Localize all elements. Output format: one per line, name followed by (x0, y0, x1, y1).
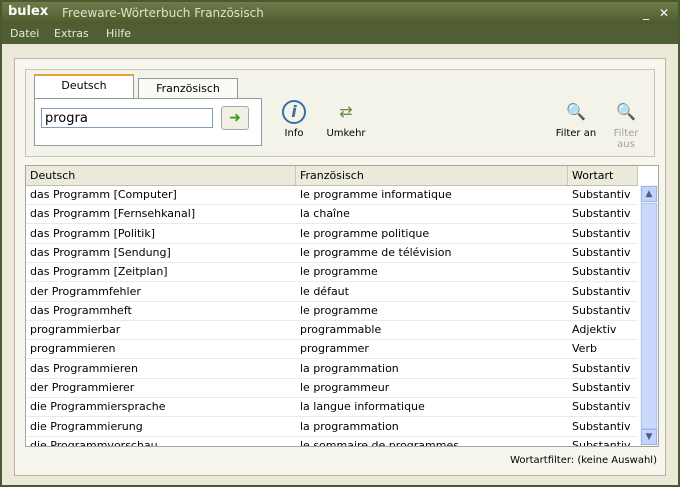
menu-hilfe[interactable]: Hilfe (106, 27, 131, 40)
cell-franzoesisch: le programme politique (300, 226, 430, 240)
info-button[interactable]: i Info (272, 100, 316, 139)
window-title: Freeware-Wörterbuch Französisch (62, 6, 264, 20)
cell-wortart: Substantiv (572, 226, 631, 240)
table-row[interactable]: der Programmierer le programmeur Substanti… (26, 378, 638, 398)
umkehr-label: Umkehr (326, 128, 366, 139)
cell-wortart: Substantiv (572, 188, 631, 201)
tab-deutsch[interactable]: Deutsch (34, 74, 134, 98)
cell-deutsch: das Programm [Fernsehkanal] (30, 207, 196, 221)
scroll-up-icon[interactable]: ▲ (641, 186, 657, 202)
info-icon: i (282, 100, 306, 124)
app-logo: bulex (8, 4, 49, 19)
cell-wortart: Substantiv (572, 419, 631, 433)
table-row[interactable]: der Programmfehler le défaut Substantiv (26, 282, 638, 302)
cell-franzoesisch: le sommaire de programmes (300, 438, 459, 447)
arrow-right-icon: ➜ (229, 110, 241, 126)
cell-wortart: Substantiv (572, 381, 631, 394)
cell-wortart: Substantiv (572, 245, 631, 259)
cell-deutsch: die Programmvorschau (30, 438, 158, 447)
cell-deutsch: das Programmieren (30, 361, 138, 375)
table-row[interactable]: das Programm [Computer] le programme info… (26, 185, 638, 205)
cell-deutsch: das Programm [Politik] (30, 226, 155, 240)
umkehr-button[interactable]: ⇄ Umkehr (324, 100, 368, 139)
cell-franzoesisch: le programme (300, 265, 378, 279)
cell-deutsch: programmierbar (30, 323, 121, 337)
cell-wortart: Substantiv (572, 438, 631, 447)
filter-search-icon: 🔍 (566, 102, 586, 121)
cell-deutsch: das Programm [Sendung] (30, 245, 171, 259)
menu-datei[interactable]: Datei (10, 27, 39, 40)
tab-franzoesisch[interactable]: Französisch (138, 78, 238, 100)
close-icon[interactable]: ✕ (656, 5, 672, 21)
filter-off-button[interactable]: 🔍 Filter aus (604, 100, 648, 150)
filter-off-search-icon: 🔍 (616, 102, 636, 121)
cell-franzoesisch: la programmation (300, 419, 399, 433)
swap-icon: ⇄ (339, 102, 353, 121)
table-row[interactable]: das Programmieren la programmation Substan… (26, 359, 638, 379)
cell-franzoesisch: programmable (300, 323, 382, 337)
table-row[interactable]: die Programmiersprache la langue informat… (26, 397, 638, 418)
filter-off-label: Filter aus (613, 128, 639, 150)
cell-wortart: Substantiv (572, 303, 631, 317)
cell-wortart: Adjektiv (572, 323, 617, 337)
cell-deutsch: die Programmiersprache (30, 400, 166, 414)
table-row[interactable]: programmierbar programmable Adjektiv (26, 320, 638, 341)
cell-deutsch: das Programm [Computer] (30, 188, 177, 201)
scroll-thumb[interactable] (641, 203, 657, 429)
info-label: Info (284, 128, 304, 139)
title-bar[interactable]: bulex Freeware-Wörterbuch Französisch _ … (2, 2, 678, 24)
cell-franzoesisch: le défaut (300, 284, 349, 298)
cell-deutsch: programmieren (30, 342, 116, 356)
cell-wortart: Substantiv (572, 400, 631, 414)
cell-deutsch: das Programmheft (30, 303, 132, 317)
cell-wortart: Substantiv (572, 361, 631, 375)
cell-franzoesisch: la programmation (300, 361, 399, 375)
vertical-scrollbar[interactable]: ▲ ▼ (640, 185, 658, 446)
search-tab-body: ➜ (34, 98, 262, 146)
table-row[interactable]: programmieren programmer Verb (26, 339, 638, 360)
search-input[interactable] (41, 108, 213, 128)
minimize-icon[interactable]: _ (638, 5, 654, 21)
scroll-down-icon[interactable]: ▼ (641, 429, 657, 445)
cell-wortart: Substantiv (572, 265, 631, 279)
search-go-button[interactable]: ➜ (221, 106, 249, 130)
status-wortartfilter: Wortartfilter: (keine Auswahl) (510, 455, 657, 466)
column-header-franzoesisch[interactable]: Französisch (296, 166, 568, 185)
cell-franzoesisch: la chaîne (300, 207, 350, 221)
main-panel: Deutsch Französisch ➜ i Info ⇄ Umkehr 🔍 … (14, 58, 666, 476)
cell-franzoesisch: le programmeur (300, 381, 390, 394)
cell-deutsch: der Programmierer (30, 381, 135, 394)
filter-on-label: Filter an (555, 128, 597, 139)
filter-on-button[interactable]: 🔍 Filter an (554, 100, 598, 139)
cell-franzoesisch: la langue informatique (300, 400, 425, 414)
menu-extras[interactable]: Extras (54, 27, 89, 40)
cell-wortart: Substantiv (572, 207, 631, 221)
cell-franzoesisch: le programme de télévision (300, 245, 452, 259)
cell-deutsch: die Programmierung (30, 419, 143, 433)
results-table: Deutsch Französisch Wortart das Programm… (25, 165, 659, 447)
cell-franzoesisch: le programme (300, 303, 378, 317)
table-row[interactable]: das Programm [Fernsehkanal] la chaîne Subs… (26, 204, 638, 225)
cell-deutsch: das Programm [Zeitplan] (30, 265, 168, 279)
cell-wortart: Verb (572, 342, 597, 356)
table-row[interactable]: die Programmierung la programmation Substa… (26, 417, 638, 437)
menu-bar: Datei Extras Hilfe (2, 24, 678, 44)
cell-franzoesisch: le programme informatique (300, 188, 452, 201)
table-row[interactable]: das Programm [Zeitplan] le programme Subst… (26, 262, 638, 283)
table-row[interactable]: das Programm [Sendung] le programme de té… (26, 243, 638, 263)
app-window: bulex Freeware-Wörterbuch Französisch _ … (0, 0, 680, 487)
table-header: Deutsch Französisch Wortart (26, 166, 638, 186)
table-row[interactable]: das Programmheft le programme Substantiv (26, 301, 638, 321)
cell-deutsch: der Programmfehler (30, 284, 141, 298)
column-header-wortart[interactable]: Wortart (568, 166, 638, 185)
toolbar-panel: Deutsch Französisch ➜ i Info ⇄ Umkehr 🔍 … (25, 69, 655, 157)
table-row[interactable]: die Programmvorschau le sommaire de progr… (26, 436, 638, 447)
column-header-deutsch[interactable]: Deutsch (26, 166, 296, 185)
cell-franzoesisch: programmer (300, 342, 369, 356)
table-row[interactable]: das Programm [Politik] le programme polit… (26, 224, 638, 244)
cell-wortart: Substantiv (572, 284, 631, 298)
